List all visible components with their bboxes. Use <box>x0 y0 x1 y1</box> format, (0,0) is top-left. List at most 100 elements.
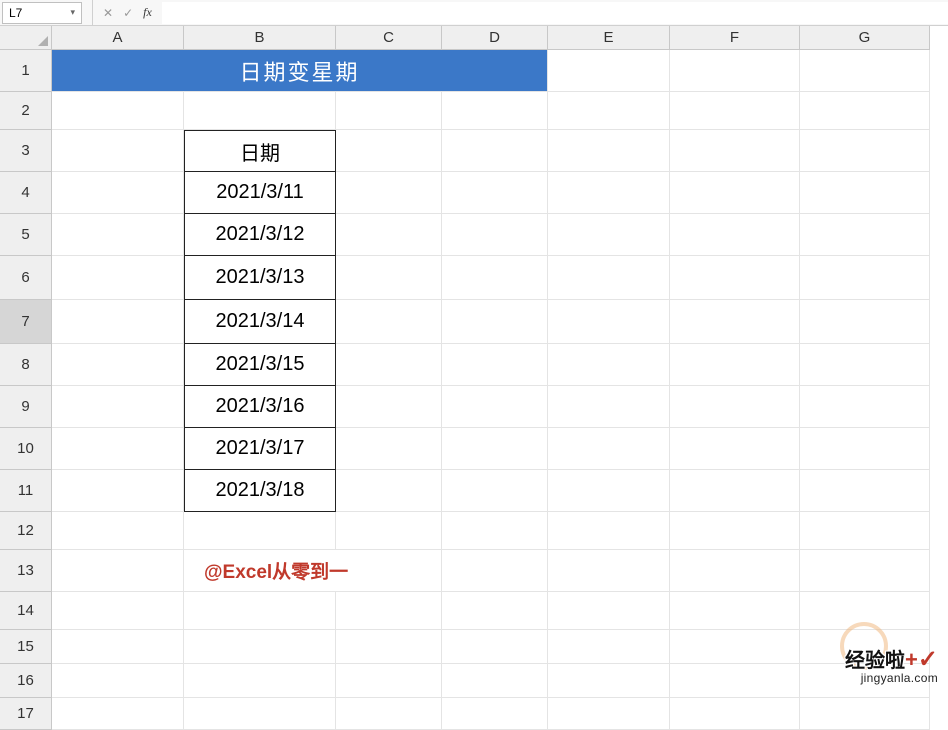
row-header-11[interactable]: 11 <box>0 470 52 512</box>
column-header-G[interactable]: G <box>800 26 930 50</box>
cell[interactable] <box>548 50 670 92</box>
cell[interactable] <box>184 630 336 664</box>
cell[interactable] <box>52 428 184 470</box>
row-header-14[interactable]: 14 <box>0 592 52 630</box>
select-all-button[interactable] <box>0 26 52 50</box>
cell[interactable] <box>670 92 800 130</box>
cell[interactable] <box>52 550 184 592</box>
cell[interactable] <box>800 386 930 428</box>
cell[interactable] <box>800 214 930 256</box>
cell[interactable] <box>336 428 442 470</box>
cell[interactable] <box>52 256 184 300</box>
cell[interactable] <box>336 172 442 214</box>
cell[interactable] <box>670 50 800 92</box>
cell[interactable] <box>442 344 548 386</box>
credit-text[interactable]: @Excel从零到一 <box>184 550 442 592</box>
cell[interactable] <box>800 344 930 386</box>
cell[interactable] <box>442 92 548 130</box>
cell[interactable] <box>52 512 184 550</box>
cell[interactable] <box>52 698 184 730</box>
cell[interactable] <box>52 630 184 664</box>
cell[interactable] <box>184 512 336 550</box>
cell[interactable] <box>670 386 800 428</box>
table-cell[interactable]: 2021/3/12 <box>184 214 336 256</box>
row-header-16[interactable]: 16 <box>0 664 52 698</box>
cell[interactable] <box>670 698 800 730</box>
table-header[interactable]: 日期 <box>184 130 336 172</box>
table-cell[interactable]: 2021/3/16 <box>184 386 336 428</box>
cell[interactable] <box>442 214 548 256</box>
cell[interactable] <box>670 344 800 386</box>
column-header-C[interactable]: C <box>336 26 442 50</box>
cell[interactable] <box>800 130 930 172</box>
cell[interactable] <box>442 592 548 630</box>
cell[interactable] <box>800 92 930 130</box>
cell[interactable] <box>670 470 800 512</box>
cell[interactable] <box>548 512 670 550</box>
cell[interactable] <box>442 300 548 344</box>
cell[interactable] <box>336 92 442 130</box>
cell[interactable] <box>670 172 800 214</box>
cell[interactable] <box>442 386 548 428</box>
cell[interactable] <box>548 428 670 470</box>
cell[interactable] <box>336 698 442 730</box>
cell[interactable] <box>336 512 442 550</box>
cell[interactable] <box>548 698 670 730</box>
cell[interactable] <box>442 130 548 172</box>
column-header-D[interactable]: D <box>442 26 548 50</box>
cell[interactable] <box>52 664 184 698</box>
row-header-12[interactable]: 12 <box>0 512 52 550</box>
cell[interactable] <box>548 130 670 172</box>
cell[interactable] <box>548 664 670 698</box>
cell[interactable] <box>548 300 670 344</box>
cell[interactable] <box>336 664 442 698</box>
column-header-B[interactable]: B <box>184 26 336 50</box>
cell[interactable] <box>442 256 548 300</box>
cell[interactable] <box>670 512 800 550</box>
table-cell[interactable]: 2021/3/11 <box>184 172 336 214</box>
cell[interactable] <box>548 256 670 300</box>
row-header-4[interactable]: 4 <box>0 172 52 214</box>
cell[interactable] <box>336 630 442 664</box>
formula-input[interactable] <box>162 2 948 24</box>
cell[interactable] <box>548 386 670 428</box>
cell[interactable] <box>336 130 442 172</box>
cell[interactable] <box>548 92 670 130</box>
cell[interactable] <box>52 300 184 344</box>
cell[interactable] <box>800 550 930 592</box>
cell[interactable] <box>442 550 548 592</box>
cell[interactable] <box>548 344 670 386</box>
row-header-3[interactable]: 3 <box>0 130 52 172</box>
cell[interactable] <box>670 592 800 630</box>
cell[interactable] <box>442 470 548 512</box>
cell[interactable] <box>548 630 670 664</box>
column-header-F[interactable]: F <box>670 26 800 50</box>
cell[interactable] <box>336 386 442 428</box>
cell[interactable] <box>548 172 670 214</box>
confirm-icon[interactable]: ✓ <box>123 6 133 20</box>
cell[interactable] <box>52 592 184 630</box>
row-header-17[interactable]: 17 <box>0 698 52 730</box>
cell[interactable] <box>670 300 800 344</box>
cell[interactable] <box>800 428 930 470</box>
cell[interactable] <box>52 172 184 214</box>
table-cell[interactable]: 2021/3/15 <box>184 344 336 386</box>
cell[interactable] <box>670 630 800 664</box>
cell[interactable] <box>800 470 930 512</box>
column-header-A[interactable]: A <box>52 26 184 50</box>
cancel-icon[interactable]: ✕ <box>103 6 113 20</box>
cell[interactable] <box>184 664 336 698</box>
cell[interactable] <box>670 428 800 470</box>
row-header-8[interactable]: 8 <box>0 344 52 386</box>
column-header-E[interactable]: E <box>548 26 670 50</box>
cell[interactable] <box>52 470 184 512</box>
cell[interactable] <box>800 698 930 730</box>
cell[interactable] <box>670 256 800 300</box>
row-header-10[interactable]: 10 <box>0 428 52 470</box>
fx-icon[interactable]: fx <box>143 5 152 20</box>
cell[interactable] <box>800 172 930 214</box>
cell[interactable] <box>442 698 548 730</box>
table-cell[interactable]: 2021/3/14 <box>184 300 336 344</box>
cell[interactable] <box>336 214 442 256</box>
banner-title[interactable]: 日期变星期 <box>52 50 548 92</box>
